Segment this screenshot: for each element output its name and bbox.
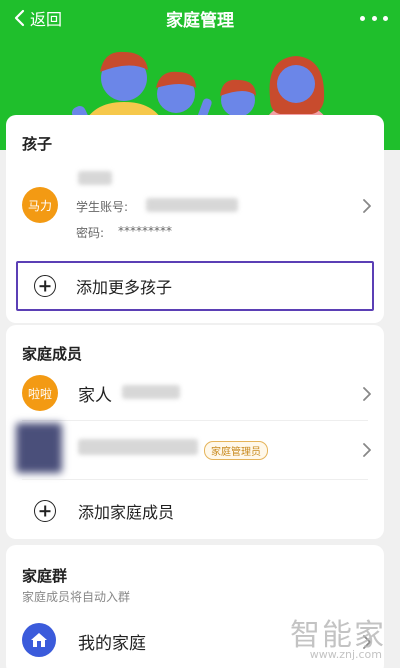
group-subtitle: 家庭成员将自动入群	[22, 590, 131, 604]
admin-badge: 家庭管理员	[204, 441, 268, 460]
student-account-label: 学生账号:	[76, 200, 129, 214]
children-section-title: 孩子	[22, 135, 53, 153]
group-name: 我的家庭	[78, 634, 146, 654]
home-icon	[22, 623, 56, 657]
member-name: 家人	[78, 386, 112, 406]
member-name-blurred	[78, 439, 198, 455]
member-avatar-blurred	[16, 423, 62, 473]
chevron-right-icon	[363, 199, 371, 213]
watermark: 智能家 www.znj.com	[278, 610, 394, 662]
family-member-item[interactable]: 啦啦 家人	[6, 365, 384, 421]
add-family-member-button[interactable]: 添加家庭成员	[6, 483, 384, 539]
add-more-children-button[interactable]: 添加更多孩子	[16, 261, 374, 311]
watermark-url: www.znj.com	[309, 648, 382, 661]
member-name-blurred	[122, 385, 180, 399]
nav-bar: 返回 家庭管理	[0, 0, 400, 36]
child-avatar: 马力	[22, 187, 58, 223]
more-dots-icon[interactable]	[360, 8, 388, 28]
family-member-item[interactable]: 家庭管理员	[6, 421, 384, 477]
group-section-title: 家庭群	[22, 567, 68, 585]
member-avatar: 啦啦	[22, 375, 58, 411]
chevron-right-icon	[363, 443, 371, 457]
page-title: 家庭管理	[166, 11, 234, 31]
child-name-blurred	[78, 171, 112, 185]
password-label: 密码:	[76, 226, 105, 240]
family-members-card: 家庭成员 啦啦 家人 家庭管理员 添加家庭成员	[6, 325, 384, 539]
divider	[22, 479, 368, 480]
child-item[interactable]: 马力 学生账号: 密码: *********	[6, 167, 384, 263]
student-account-blurred	[146, 198, 238, 212]
chevron-right-icon	[363, 387, 371, 401]
add-family-member-label: 添加家庭成员	[78, 503, 175, 522]
family-section-title: 家庭成员	[22, 345, 83, 363]
add-more-children-label: 添加更多孩子	[76, 278, 173, 297]
plus-circle-icon	[34, 500, 56, 522]
plus-circle-icon	[34, 275, 56, 297]
password-value: *********	[118, 224, 172, 238]
children-card: 孩子 马力 学生账号: 密码: ********* 添加更多孩子	[6, 115, 384, 323]
